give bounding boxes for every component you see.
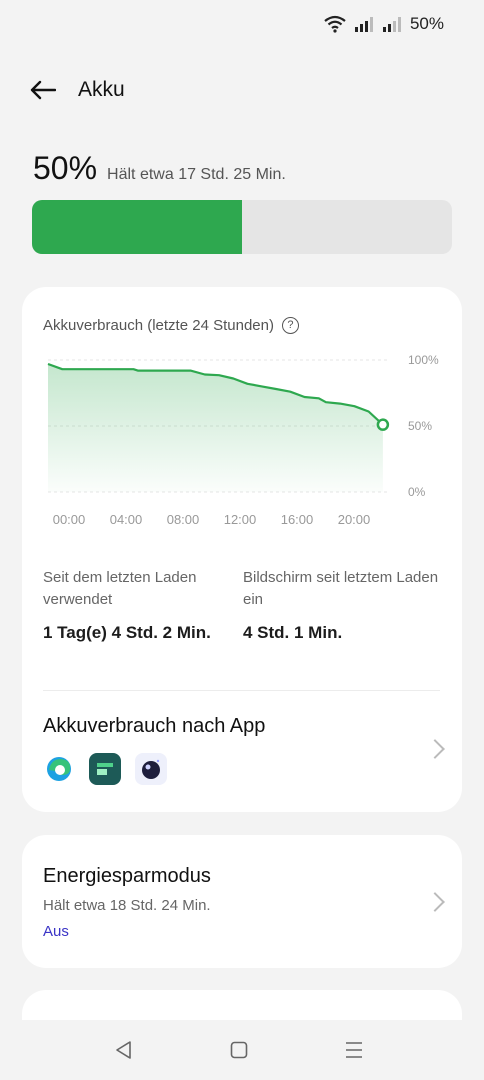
page-title: Akku [78, 78, 125, 101]
app-icon-list [43, 753, 167, 785]
app-moon-icon [135, 753, 167, 785]
chart-y-tick-label: 50% [408, 419, 432, 433]
chart-current-point [376, 418, 390, 431]
chart-x-tick-label: 00:00 [53, 512, 86, 527]
stat-label: Bildschirm seit letztem Laden ein [243, 569, 439, 608]
battery-level-bar [32, 200, 452, 254]
chevron-right-icon [425, 892, 445, 912]
battery-level-fill [32, 200, 242, 254]
power-saving-status: Aus [43, 923, 69, 940]
apps-usage-title: Akkuverbrauch nach App [43, 715, 266, 737]
chart-x-tick-label: 16:00 [281, 512, 314, 527]
stat-value: 1 Tag(e) 4 Std. 2 Min. [43, 623, 211, 642]
help-icon[interactable]: ? [281, 317, 299, 334]
signal-icon [382, 17, 401, 32]
app-green-icon [89, 753, 121, 785]
arrow-left-icon [30, 80, 56, 100]
chart-y-tick-label: 100% [408, 353, 439, 367]
divider [43, 690, 440, 691]
battery-remaining: Hält etwa 17 Std. 25 Min. [107, 166, 286, 183]
usage-card: Akkuverbrauch (letzte 24 Stunden) ? 100%… [22, 287, 462, 812]
status-bar: 50% [324, 14, 444, 34]
wifi-icon [324, 15, 346, 33]
chart-y-tick-label: 0% [408, 485, 426, 499]
status-battery-percent: 50% [409, 14, 444, 33]
chart-area [48, 364, 383, 492]
navigation-bar [0, 1020, 484, 1080]
back-triangle-icon[interactable] [114, 1040, 132, 1060]
chart-x-tick-label: 12:00 [224, 512, 257, 527]
chart-title-text: Akkuverbrauch (letzte 24 Stunden) [43, 317, 274, 334]
chart-x-tick-label: 20:00 [338, 512, 371, 527]
stat-value: 4 Std. 1 Min. [243, 623, 343, 642]
power-saving-title: Energiesparmodus [43, 865, 211, 887]
chart-title: Akkuverbrauch (letzte 24 Stunden) ? [43, 317, 299, 334]
stat-label: Seit dem letzten Laden verwendet [43, 569, 197, 608]
power-saving-card[interactable]: Energiesparmodus Hält etwa 18 Std. 24 Mi… [22, 835, 462, 968]
home-square-icon[interactable] [230, 1040, 248, 1060]
battery-summary: 50% Hält etwa 17 Std. 25 Min. [33, 150, 286, 187]
battery-usage-chart: 100% 50% 0% 00:00 04:00 08:00 12:00 16:00 20:00 [47, 353, 439, 527]
chart-x-tick-label: 04:00 [110, 512, 143, 527]
back-button[interactable] [30, 70, 58, 110]
usage-stats: Seit dem letzten Laden verwendet 1 Tag(e… [43, 567, 443, 647]
stat-screen-on: Bildschirm seit letztem Laden ein 4 Std.… [243, 567, 443, 647]
header: Akku [30, 70, 125, 110]
chevron-right-icon [425, 739, 445, 759]
menu-lines-icon[interactable] [345, 1040, 363, 1060]
stat-since-charge: Seit dem letzten Laden verwendet 1 Tag(e… [43, 567, 243, 647]
edge-icon [43, 753, 75, 785]
battery-percent: 50% [33, 150, 98, 186]
power-saving-subtitle: Hält etwa 18 Std. 24 Min. [43, 897, 211, 914]
chart-x-tick-label: 08:00 [167, 512, 200, 527]
signal-icon [354, 17, 373, 32]
